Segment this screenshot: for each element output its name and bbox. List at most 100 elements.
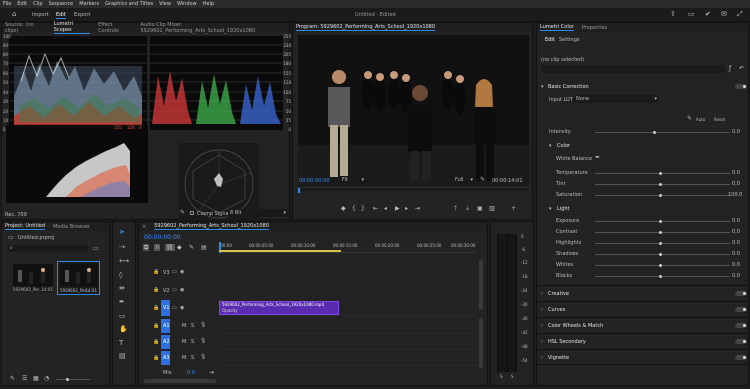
hsl-toggle[interactable] <box>735 339 747 344</box>
timeline-timecode[interactable]: 00:00:00:00 <box>144 234 181 241</box>
track-area[interactable]: 5929602_Performing_Arts_School_1920x1080… <box>219 254 477 379</box>
go-to-in-icon[interactable]: ⇤ <box>373 205 378 212</box>
selection-tool-icon[interactable]: ➤ <box>119 229 125 236</box>
add-marker-icon[interactable]: ◆ <box>177 244 182 251</box>
contrast-value[interactable]: 0.0 <box>732 229 740 235</box>
hand-tool-icon[interactable]: ✋ <box>119 326 128 333</box>
tab-source[interactable]: Source: (no clips) <box>5 22 46 34</box>
quality-select[interactable]: Full ▾ <box>453 176 475 184</box>
temperature-slider[interactable] <box>595 172 730 175</box>
rectangle-tool-icon[interactable]: ▭ <box>119 313 126 320</box>
snap-icon[interactable]: ∩ <box>154 244 161 251</box>
contrast-slider[interactable] <box>595 231 730 234</box>
menu-markers[interactable]: Markers <box>79 1 99 7</box>
mix-value[interactable]: 0.0 <box>187 370 195 376</box>
a1-mic-icon[interactable]: 🎙 <box>200 322 206 329</box>
menu-clip[interactable]: Clip <box>33 1 42 7</box>
exposure-slider[interactable] <box>595 220 730 223</box>
menu-sequence[interactable]: Sequence <box>49 1 74 7</box>
a3-mic-icon[interactable]: 🎙 <box>200 354 206 361</box>
sequence-tab[interactable]: 5929602_Performing_Arts_School_1920x1080 <box>154 223 269 230</box>
wrench-icon[interactable]: ✎ <box>180 209 185 216</box>
mark-out-icon[interactable]: } <box>361 205 365 212</box>
marker-icon[interactable]: ◆ <box>341 205 346 212</box>
whites-slider[interactable] <box>595 264 730 267</box>
clip-thumbnail-1[interactable]: 5929602_Per... 14:01 <box>13 264 53 292</box>
timeline-settings-icon[interactable]: ✎ <box>189 244 194 251</box>
timeline-h-scrollbar[interactable] <box>144 379 216 383</box>
section-creative[interactable]: › Creative <box>537 285 748 301</box>
timeline-ruler[interactable]: :00:00 00:00:05:00 00:00:10:00 00:00:15:… <box>219 242 477 253</box>
shadows-value[interactable]: 0.0 <box>732 251 740 257</box>
extract-icon[interactable]: ⇣ <box>465 205 470 212</box>
captions-icon[interactable]: ▤ <box>201 244 207 251</box>
tab-audio-clip-mixer[interactable]: Audio Clip Mixer: 5929602_Performing_Art… <box>140 22 289 34</box>
ripple-edit-tool-icon[interactable]: ⟷ <box>119 258 129 265</box>
menu-window[interactable]: Window <box>177 1 197 7</box>
subtab-edit[interactable]: Edit <box>545 37 555 43</box>
settings-wrench-icon[interactable]: ✎ <box>480 176 485 183</box>
light-section-header[interactable]: Light <box>557 206 569 212</box>
tab-import[interactable]: Import <box>32 12 49 18</box>
shadows-slider[interactable] <box>595 253 730 256</box>
auto-icon[interactable]: ✎ <box>687 115 692 122</box>
go-to-out-icon[interactable]: ⇥ <box>415 205 420 212</box>
clip-thumbnail-2[interactable]: 5929602_Per... 14:01 <box>57 261 100 295</box>
notifications-icon[interactable]: ✉ <box>721 11 727 18</box>
a3-mute[interactable]: M <box>182 355 186 361</box>
bit-depth-select[interactable]: 8 Bit ▾ <box>228 209 288 217</box>
a3-lock-icon[interactable]: 🔒 <box>153 355 159 362</box>
menu-help[interactable]: Help <box>203 1 214 7</box>
shadows-knob[interactable] <box>659 253 662 256</box>
razor-tool-icon[interactable]: ◊ <box>119 272 122 279</box>
zoom-knob[interactable] <box>66 378 69 381</box>
a1-lock-icon[interactable]: 🔒 <box>153 323 159 330</box>
play-icon[interactable]: ▶ <box>395 205 400 212</box>
tab-edit[interactable]: Edit <box>56 12 66 19</box>
tab-lumetri-color[interactable]: Lumetri Color <box>540 24 574 31</box>
basic-chevron-icon[interactable]: ▾ <box>541 84 544 90</box>
nest-icon[interactable]: ⧉ <box>143 244 150 251</box>
a2-mic-icon[interactable]: 🎙 <box>200 338 206 345</box>
exposure-knob[interactable] <box>659 220 662 223</box>
new-bin-icon[interactable]: ▭ <box>93 245 99 252</box>
section-curves[interactable]: › Curves <box>537 301 748 317</box>
intensity-slider[interactable] <box>595 131 730 134</box>
blacks-slider[interactable] <box>595 275 730 278</box>
playhead-marker[interactable] <box>298 188 300 193</box>
fx-icon[interactable]: ƒ <box>729 65 731 72</box>
tab-project[interactable]: Project: Untitled <box>5 223 46 230</box>
meter-solo-right[interactable]: S <box>511 374 514 379</box>
color-section-header[interactable]: Color <box>557 143 570 149</box>
home-icon[interactable]: ⌂ <box>12 11 16 18</box>
v1-eye-icon[interactable]: ◉ <box>180 305 184 312</box>
highlights-slider[interactable] <box>595 242 730 245</box>
meter-solo-left[interactable]: S <box>500 374 503 379</box>
caption-tool-icon[interactable]: ▤ <box>119 353 126 360</box>
program-timecode[interactable]: 00:00:00:00 <box>299 178 330 184</box>
basic-correction-toggle[interactable] <box>735 84 747 89</box>
linked-selection-icon[interactable]: ⛓ <box>165 244 175 251</box>
temperature-value[interactable]: 0.0 <box>732 170 740 176</box>
tab-properties[interactable]: Properties <box>582 25 607 31</box>
video-clip[interactable]: 5929602_Performing_Arts_School_1920x1080… <box>219 301 339 315</box>
a3-solo[interactable]: S <box>191 355 194 361</box>
auto-button[interactable]: Auto <box>696 117 705 122</box>
saturation-slider[interactable] <box>595 194 730 197</box>
lift-icon[interactable]: ⇡ <box>453 205 458 212</box>
intensity-knob[interactable] <box>653 131 656 134</box>
close-sequence-icon[interactable]: × <box>142 224 146 230</box>
fit-select[interactable]: Fit ▾ <box>340 176 366 184</box>
whites-knob[interactable] <box>659 264 662 267</box>
v1-label[interactable]: V1 <box>163 305 170 311</box>
track-select-tool-icon[interactable]: ⇢ <box>119 244 125 251</box>
clip-select[interactable] <box>541 65 725 73</box>
step-back-icon[interactable]: ◂ <box>384 205 387 212</box>
tint-slider[interactable] <box>595 183 730 186</box>
intensity-value[interactable]: 0.0 <box>732 129 740 135</box>
reset-button[interactable]: Reset <box>714 117 725 122</box>
exposure-value[interactable]: 0.0 <box>732 218 740 224</box>
pencil-icon[interactable]: ✎ <box>10 375 15 382</box>
menu-graphics[interactable]: Graphics and Titles <box>105 1 153 7</box>
a1-label[interactable]: A1 <box>163 323 170 329</box>
